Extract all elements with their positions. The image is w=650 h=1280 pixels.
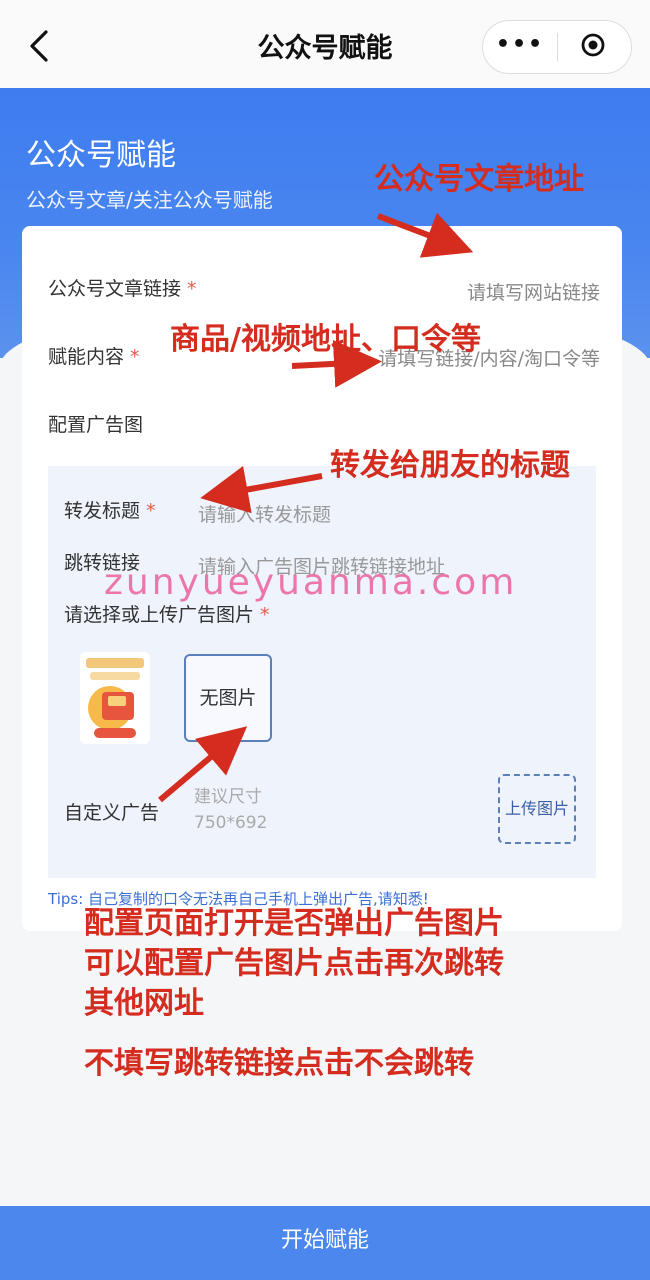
mini-program-capsule: ••• — [482, 20, 632, 74]
start-empower-button[interactable]: 开始赋能 — [0, 1206, 650, 1280]
choose-image-label: 请选择或上传广告图片 * — [64, 604, 270, 626]
banner-title: 公众号赋能 — [26, 138, 176, 173]
annotation-ad-config: 配置页面打开是否弹出广告图片 可以配置广告图片点击再次跳转 其他网址 — [84, 906, 504, 1021]
upload-image-button[interactable]: 上传图片 — [498, 774, 576, 844]
more-dots-icon[interactable]: ••• — [483, 32, 557, 57]
article-link-label: 公众号文章链接 * — [48, 278, 197, 300]
banner-subtitle: 公众号文章/关注公众号赋能 — [26, 188, 273, 212]
no-image-option[interactable]: 无图片 — [184, 654, 272, 742]
ad-thumbnail-image[interactable] — [80, 652, 150, 744]
custom-ad-label: 自定义广告 — [64, 802, 160, 824]
share-title-input[interactable]: 请输入转发标题 — [198, 500, 331, 527]
article-link-input[interactable]: 请填写网站链接 — [467, 278, 600, 305]
navigation-bar: 公众号赋能 ••• — [0, 0, 650, 88]
annotation-article-address: 公众号文章地址 — [374, 162, 584, 197]
size-suggestion: 建议尺寸 750*692 — [194, 787, 268, 833]
capsule-divider — [557, 33, 558, 61]
annotation-content: 商品/视频地址、口令等 — [170, 322, 481, 357]
share-title-label: 转发标题 * — [64, 500, 156, 522]
annotation-share-title: 转发给朋友的标题 — [330, 448, 570, 483]
watermark: zunyueyuanma.com — [104, 562, 518, 603]
content-label: 赋能内容 * — [48, 346, 140, 368]
target-icon[interactable] — [581, 33, 605, 57]
annotation-no-jump: 不填写跳转链接点击不会跳转 — [84, 1046, 474, 1081]
ad-config-label: 配置广告图 — [48, 414, 144, 436]
